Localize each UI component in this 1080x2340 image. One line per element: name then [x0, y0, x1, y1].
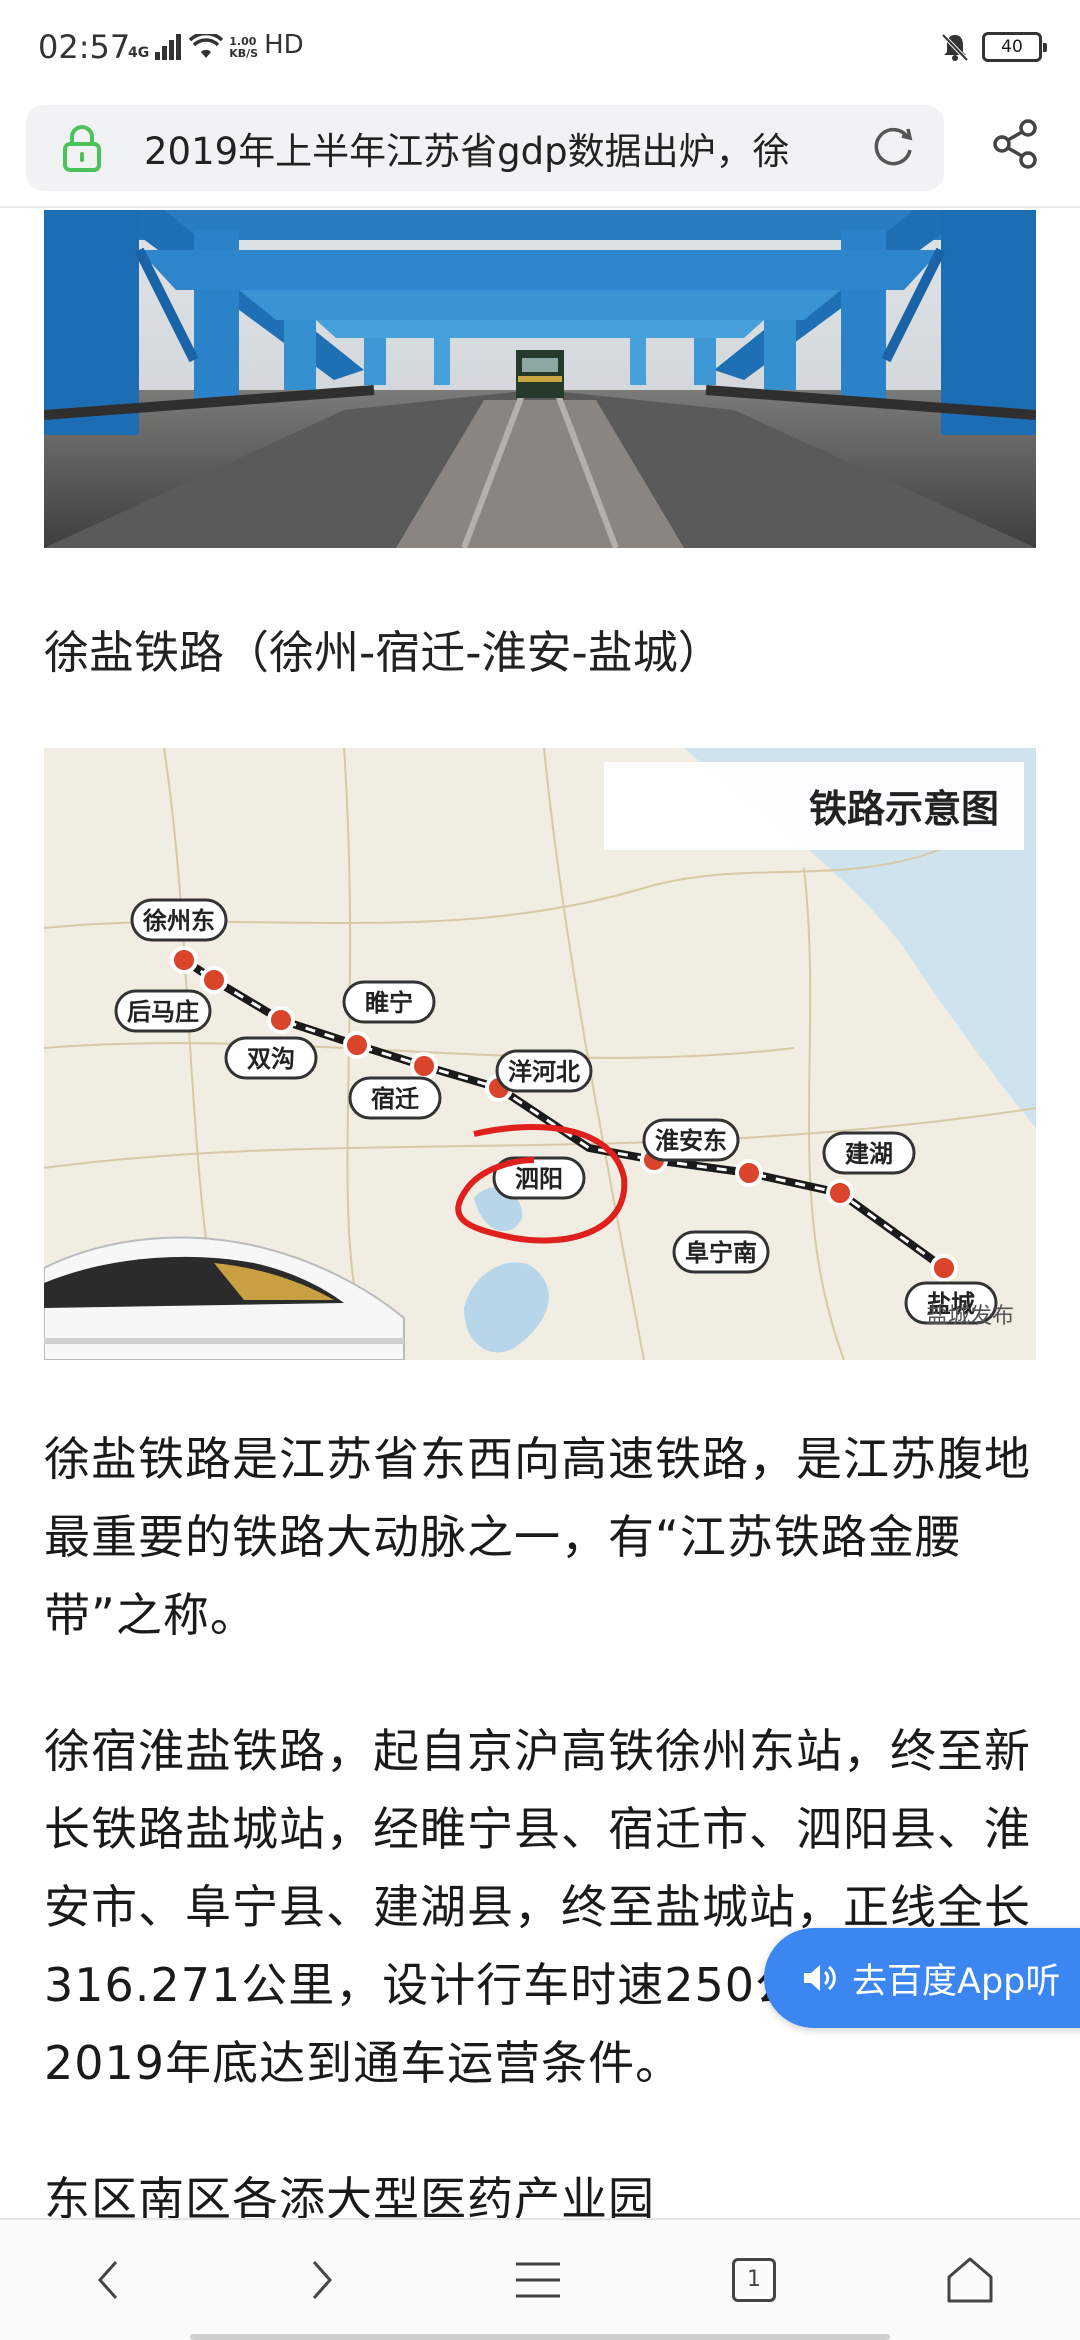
back-button[interactable]	[68, 2250, 148, 2310]
article-paragraph: 徐盐铁路是江苏省东西向高速铁路，是江苏腹地最重要的铁路大动脉之一，有“江苏铁路金…	[44, 1432, 1031, 1642]
share-icon[interactable]	[992, 118, 1040, 170]
hd-label: HD	[264, 30, 304, 60]
svg-text:后马庄: 后马庄	[127, 998, 199, 1026]
station-label: 徐州东	[130, 898, 228, 942]
status-indicators: 4G 1.00 KB/S HD	[128, 30, 304, 60]
image-caption: 徐盐铁路（徐州-宿迁-淮安-盐城）	[44, 626, 723, 679]
wifi-icon	[189, 34, 224, 58]
page-title[interactable]: 2019年上半年江苏省gdp数据出炉，徐	[144, 121, 864, 175]
battery-icon: 40	[982, 32, 1047, 62]
mute-bell-icon	[941, 33, 969, 62]
article-paragraph: 徐宿淮盐铁路，起自京沪高铁徐州东站，终至新长铁路盐城站，经睢宁县、宿迁市、泗阳县…	[44, 1724, 1031, 2090]
status-time: 02:57	[38, 28, 131, 66]
svg-text:淮安东: 淮安东	[655, 1127, 727, 1155]
header-divider	[0, 206, 1080, 208]
station-label: 阜宁南	[672, 1230, 770, 1274]
svg-text:洋河北: 洋河北	[508, 1058, 580, 1086]
speed-unit: KB/S	[229, 47, 259, 60]
tabs-button[interactable]: 1	[714, 2250, 794, 2310]
svg-text:徐州东: 徐州东	[142, 907, 215, 935]
tab-count-icon: 1	[732, 2258, 776, 2302]
svg-text:泗阳: 泗阳	[515, 1165, 563, 1193]
station-label: 洋河北	[495, 1049, 593, 1093]
lock-icon	[63, 125, 101, 172]
home-button[interactable]	[930, 2250, 1010, 2310]
status-bar: 02:57 4G 1.00 KB/S HD 40	[0, 0, 1080, 100]
chevron-right-icon	[312, 2261, 333, 2299]
status-right: 40	[940, 32, 1047, 62]
bottom-nav: 1	[0, 2218, 1080, 2340]
rail-bridge-photo	[44, 210, 1036, 548]
listen-in-app-button[interactable]: 去百度App听	[764, 1928, 1080, 2028]
svg-text:建湖: 建湖	[845, 1140, 893, 1168]
speaker-icon	[804, 1965, 836, 1991]
svg-text:睢宁: 睢宁	[365, 989, 413, 1017]
address-bar[interactable]: 2019年上半年江苏省gdp数据出炉，徐	[26, 105, 944, 191]
railway-map-image: 铁路示意图 徐州东 后马庄 睢宁 双沟 宿迁 洋河北 泗阳 淮安东 阜宁南 建湖…	[44, 748, 1036, 1360]
home-icon	[947, 2257, 993, 2303]
station-label: 宿迁	[348, 1076, 442, 1120]
signal-icon	[155, 34, 182, 60]
svg-text:双沟: 双沟	[247, 1045, 295, 1073]
reload-icon[interactable]	[870, 124, 916, 170]
station-label: 后马庄	[114, 989, 212, 1033]
gesture-handle	[190, 2334, 890, 2340]
svg-text:阜宁南: 阜宁南	[685, 1239, 757, 1267]
map-watermark: 盐城发布	[926, 1304, 1014, 1329]
chevron-left-icon	[97, 2261, 118, 2299]
menu-button[interactable]	[498, 2250, 578, 2310]
map-title: 铁路示意图	[809, 787, 999, 831]
station-label: 淮安东	[642, 1118, 740, 1162]
menu-icon	[516, 2262, 560, 2298]
station-label: 建湖	[822, 1131, 916, 1175]
forward-button[interactable]	[282, 2250, 362, 2310]
svg-text:宿迁: 宿迁	[371, 1085, 419, 1113]
network-speed: 1.00 KB/S	[229, 36, 258, 60]
network-label: 4G	[128, 45, 150, 61]
station-label: 睢宁	[342, 980, 436, 1024]
listen-button-label: 去百度App听	[852, 1961, 1061, 2002]
station-label: 双沟	[224, 1036, 318, 1080]
